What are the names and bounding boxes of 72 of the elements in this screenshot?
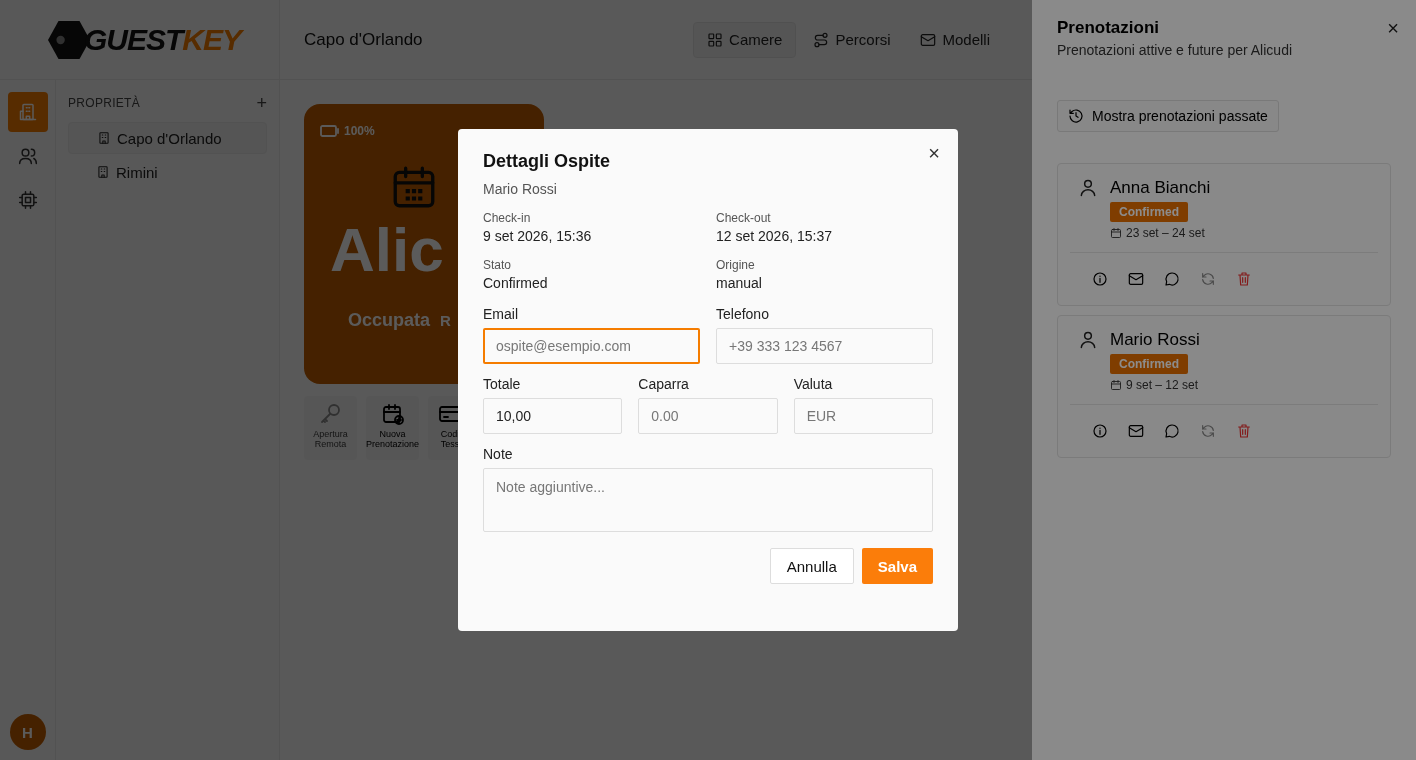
field-label: Note [483,446,514,462]
battery-level: 100% [344,124,375,138]
close-button[interactable]: × [1387,18,1399,38]
field-label: Caparra [638,376,690,392]
calendar-icon [1110,227,1122,239]
cancel-button[interactable]: Annulla [769,548,854,584]
save-button[interactable]: Salva [861,548,933,584]
logo: GUESTKEY [84,22,242,57]
add-button[interactable]: + [256,94,267,112]
chat-icon [1164,423,1180,439]
field-label: Email [483,306,519,322]
sync-icon [1200,271,1216,287]
view-tab[interactable]: Modelli [907,21,1003,58]
info-icon [1092,271,1108,287]
field-label: Valuta [793,376,834,392]
chat-icon [1164,271,1180,287]
booking-dates: 9 set – 12 set [1126,378,1199,392]
panel-subtitle: Prenotazioni attive e future per Alicudi [1057,42,1293,58]
building-icon [96,165,110,179]
notes-field[interactable]: Note aggiuntive... [483,468,933,532]
info-label: Check-in [483,211,532,225]
users-icon [17,146,38,166]
section-heading: PROPRIETÀ [68,96,141,110]
battery-icon [320,125,340,137]
chip-icon [17,190,38,210]
room-name: Alic [330,216,444,285]
past-bookings-button[interactable]: Mostra prenotazioni passate [1057,100,1279,132]
info-label: Origine [716,258,756,272]
panel-title: Prenotazioni [1057,18,1160,38]
message-button[interactable] [1162,421,1182,441]
guest-name: Mario Rossi [1110,330,1200,350]
mail-icon [1128,423,1144,439]
person-icon [1078,178,1098,198]
view-tab[interactable]: Camere [693,21,797,58]
info-label: Check-out [716,211,772,225]
input-field[interactable]: ospite@esempio.com [483,328,700,364]
mail-icon [920,31,937,48]
view-tab[interactable]: Percorsi [800,21,904,58]
field-label: Telefono [716,306,770,322]
info-value: 12 set 2026, 15:37 [716,228,833,244]
route-icon [813,31,830,48]
mail-icon [1128,271,1144,287]
person-icon [1078,330,1098,350]
close-button[interactable]: × [928,143,940,163]
grid-icon [707,31,724,48]
message-button[interactable] [1162,269,1182,289]
property-item[interactable]: Capo d'Orlando [68,122,267,154]
info-icon [1092,423,1108,439]
page-title: Capo d'Orlando [304,29,424,50]
trash-icon [1236,423,1252,439]
room-detail: R [440,312,451,330]
room-status: Occupata [348,310,431,332]
info-button[interactable] [1090,269,1110,289]
sync-icon [1200,423,1216,439]
calendar-add-icon [380,402,405,426]
input-field[interactable]: 10,00 [483,398,623,434]
status-badge: Confirmed [1110,202,1188,222]
building-icon [97,131,111,145]
building-icon [17,102,38,122]
property-item[interactable]: Rimini [68,156,267,188]
nav-button[interactable] [7,92,48,132]
history-icon [1068,108,1084,124]
info-button[interactable] [1090,421,1110,441]
trash-icon [1236,271,1252,287]
guest-name: Anna Bianchi [1110,178,1211,198]
key-icon [318,402,343,426]
user-avatar[interactable]: H [9,714,46,750]
info-value: manual [716,275,763,291]
calendar-icon [1110,379,1122,391]
status-badge: Confirmed [1110,354,1188,374]
info-label: Stato [483,258,513,272]
booking-dates: 23 set – 24 set [1126,226,1205,240]
